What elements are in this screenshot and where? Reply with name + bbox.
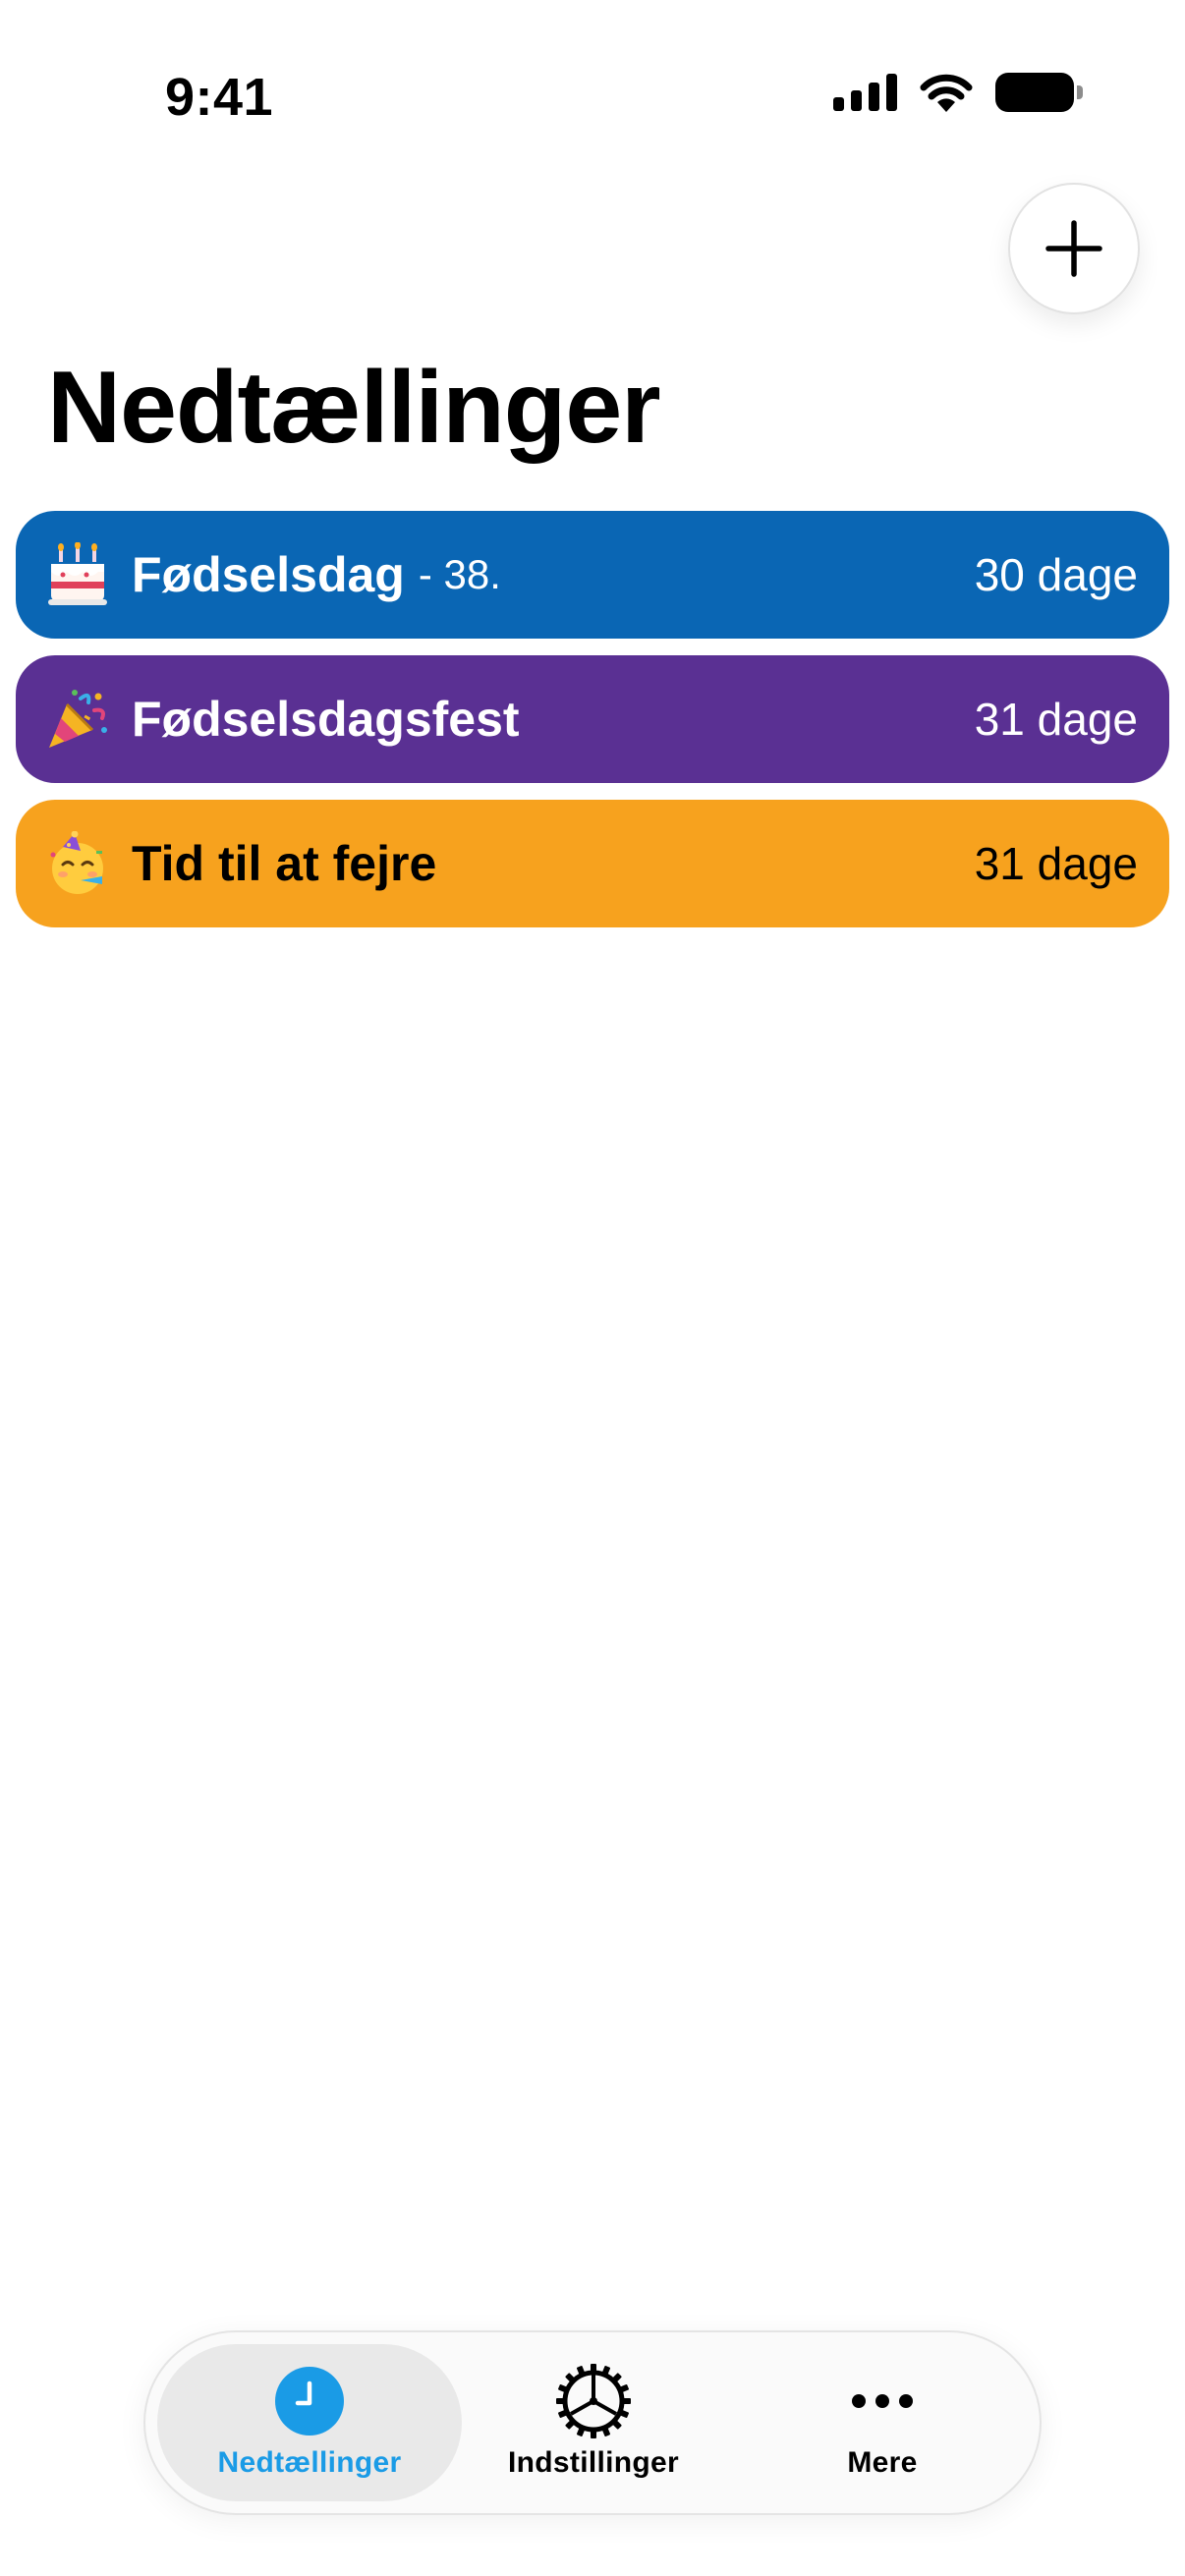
countdown-name: Fødselsdag	[132, 547, 405, 602]
tab-bar: Nedtællinger Indstillinger Mere	[143, 2330, 1042, 2515]
countdown-days: 31 dage	[974, 838, 1138, 889]
wifi-icon	[920, 74, 973, 112]
countdown-item-fodselsdagsfest[interactable]: Fødselsdagsfest 31 dage	[16, 655, 1169, 783]
tab-indstillinger[interactable]: Indstillinger	[446, 2344, 741, 2501]
tab-label: Nedtællinger	[217, 2446, 402, 2479]
birthday-cake-icon	[48, 542, 107, 605]
battery-icon	[995, 73, 1083, 112]
tab-label: Indstillinger	[508, 2446, 679, 2479]
ellipsis-icon	[852, 2394, 913, 2408]
tab-mere[interactable]: Mere	[741, 2344, 1024, 2501]
battery-cap	[1077, 85, 1083, 99]
page-title: Nedtællinger	[47, 351, 661, 465]
gear-icon	[556, 2364, 631, 2438]
tab-icon-wrap	[850, 2364, 915, 2438]
countdown-days: 30 dage	[974, 549, 1138, 600]
screen: 9:41 Nedtællinger Fødselsdag - 38. 30 da…	[0, 0, 1185, 2576]
battery-body	[995, 73, 1074, 112]
countdown-suffix: - 38.	[418, 551, 501, 597]
status-bar: 9:41	[0, 0, 1185, 147]
plus-icon	[1045, 220, 1102, 277]
countdown-name: Fødselsdagsfest	[132, 692, 520, 747]
add-countdown-button[interactable]	[1008, 183, 1140, 314]
clock-icon	[275, 2367, 344, 2436]
partying-face-icon	[50, 831, 103, 894]
status-icons	[833, 73, 1083, 112]
tab-nedtaellinger[interactable]: Nedtællinger	[157, 2344, 462, 2501]
tab-label: Mere	[847, 2446, 918, 2479]
countdown-list: Fødselsdag - 38. 30 dage Fødselsdagsfest…	[16, 511, 1169, 944]
countdown-item-tid-til-at-fejre[interactable]: Tid til at fejre 31 dage	[16, 800, 1169, 927]
countdown-item-fodselsdag[interactable]: Fødselsdag - 38. 30 dage	[16, 511, 1169, 639]
tab-icon-wrap	[274, 2364, 345, 2438]
cellular-signal-icon	[833, 74, 897, 111]
status-time: 9:41	[165, 68, 274, 127]
countdown-days: 31 dage	[974, 694, 1138, 745]
party-popper-icon	[49, 690, 107, 748]
tab-icon-wrap	[555, 2364, 632, 2438]
countdown-name: Tid til at fejre	[132, 836, 437, 891]
